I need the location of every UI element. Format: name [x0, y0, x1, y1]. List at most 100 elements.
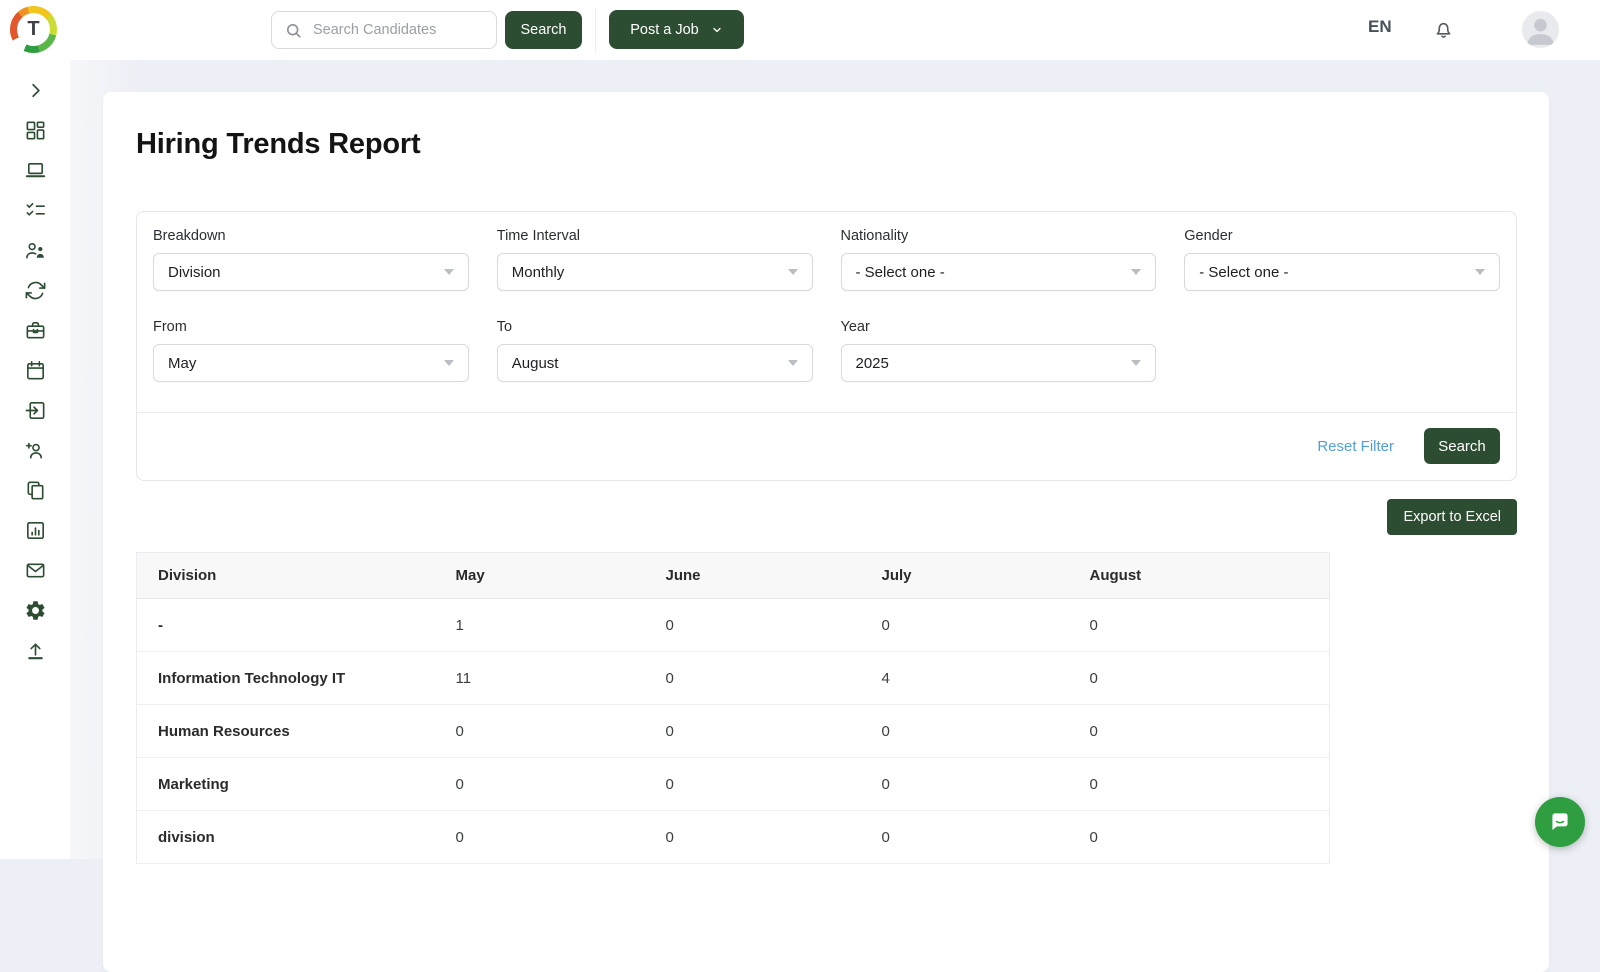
division-cell: Human Resources — [137, 705, 435, 758]
briefcase-icon — [24, 319, 47, 342]
person-icon — [1522, 11, 1559, 48]
icon-sidebar — [0, 60, 70, 859]
value-cell: 11 — [435, 652, 645, 705]
chat-bubble-icon — [1547, 809, 1573, 835]
main-area: Hiring Trends Report Breakdown Division … — [70, 60, 1600, 859]
filters-panel: Breakdown Division Time Interval Monthly… — [136, 211, 1517, 481]
notifications-bell-icon[interactable] — [1432, 18, 1455, 41]
gender-label: Gender — [1184, 228, 1500, 244]
value-cell: 0 — [1069, 811, 1330, 864]
nationality-field: Nationality - Select one - — [841, 228, 1157, 291]
export-to-excel-button[interactable]: Export to Excel — [1387, 499, 1517, 535]
dashboard-icon — [24, 119, 47, 142]
sidebar-item-laptop[interactable] — [15, 150, 55, 190]
report-table: DivisionMayJuneJulyAugust -1000Informati… — [136, 552, 1330, 864]
sidebar-item-login[interactable] — [15, 390, 55, 430]
sidebar-item-settings[interactable] — [15, 590, 55, 630]
time-interval-select[interactable]: Monthly — [497, 253, 813, 291]
reset-filter-link[interactable]: Reset Filter — [1317, 438, 1394, 455]
nationality-select[interactable]: - Select one - — [841, 253, 1157, 291]
caret-down-icon — [1131, 269, 1141, 275]
breakdown-select[interactable]: Division — [153, 253, 469, 291]
breakdown-label: Breakdown — [153, 228, 469, 244]
caret-down-icon — [788, 269, 798, 275]
chat-widget-button[interactable] — [1535, 797, 1585, 847]
to-field: To August — [497, 319, 813, 382]
sidebar-item-user-plus[interactable] — [15, 430, 55, 470]
year-field: Year 2025 — [841, 319, 1157, 382]
year-value: 2025 — [856, 355, 889, 372]
table-row: Information Technology IT11040 — [137, 652, 1330, 705]
value-cell: 0 — [861, 758, 1069, 811]
value-cell: 0 — [861, 705, 1069, 758]
sidebar-item-chevron-right[interactable] — [15, 70, 55, 110]
sidebar-item-users[interactable] — [15, 230, 55, 270]
sidebar-item-sync[interactable] — [15, 270, 55, 310]
copy-icon — [24, 479, 47, 502]
value-cell: 0 — [1069, 758, 1330, 811]
column-header: July — [861, 553, 1069, 599]
sidebar-item-upload[interactable] — [15, 630, 55, 670]
gender-value: - Select one - — [1199, 264, 1288, 281]
caret-down-icon — [1131, 360, 1141, 366]
column-header: Division — [137, 553, 435, 599]
table-header-row: DivisionMayJuneJulyAugust — [137, 553, 1330, 599]
post-a-job-label: Post a Job — [630, 22, 699, 38]
to-label: To — [497, 319, 813, 335]
chevron-right-icon — [24, 79, 47, 102]
nationality-label: Nationality — [841, 228, 1157, 244]
value-cell: 0 — [645, 652, 861, 705]
caret-down-icon — [444, 269, 454, 275]
from-select[interactable]: May — [153, 344, 469, 382]
gender-field: Gender - Select one - — [1184, 228, 1500, 291]
breakdown-value: Division — [168, 264, 221, 281]
value-cell: 0 — [435, 758, 645, 811]
year-select[interactable]: 2025 — [841, 344, 1157, 382]
calendar-icon — [24, 359, 47, 382]
breakdown-field: Breakdown Division — [153, 228, 469, 291]
division-cell: - — [137, 599, 435, 652]
gender-select[interactable]: - Select one - — [1184, 253, 1500, 291]
chevron-down-icon — [711, 24, 723, 36]
content-card: Hiring Trends Report Breakdown Division … — [103, 92, 1549, 972]
to-select[interactable]: August — [497, 344, 813, 382]
search-icon — [284, 21, 303, 40]
sidebar-item-copy[interactable] — [15, 470, 55, 510]
value-cell: 0 — [645, 811, 861, 864]
mail-icon — [24, 559, 47, 582]
column-header: May — [435, 553, 645, 599]
language-selector[interactable]: EN — [1368, 17, 1392, 37]
sidebar-item-checklist[interactable] — [15, 190, 55, 230]
sidebar-item-mail[interactable] — [15, 550, 55, 590]
column-header: June — [645, 553, 861, 599]
value-cell: 0 — [1069, 652, 1330, 705]
sidebar-item-bar-chart[interactable] — [15, 510, 55, 550]
logo-letter: T — [10, 6, 57, 53]
upload-icon — [24, 639, 47, 662]
post-a-job-button[interactable]: Post a Job — [609, 10, 744, 49]
value-cell: 0 — [1069, 599, 1330, 652]
table-row: -1000 — [137, 599, 1330, 652]
search-button[interactable]: Search — [505, 11, 582, 49]
table-row: Human Resources0000 — [137, 705, 1330, 758]
bar-chart-icon — [24, 519, 47, 542]
sidebar-item-dashboard[interactable] — [15, 110, 55, 150]
table-row: division0000 — [137, 811, 1330, 864]
year-label: Year — [841, 319, 1157, 335]
time-interval-value: Monthly — [512, 264, 565, 281]
header-divider — [595, 8, 596, 52]
search-input[interactable] — [303, 12, 496, 48]
user-avatar[interactable] — [1522, 11, 1559, 48]
login-icon — [24, 399, 47, 422]
value-cell: 0 — [435, 811, 645, 864]
time-interval-field: Time Interval Monthly — [497, 228, 813, 291]
sidebar-item-calendar[interactable] — [15, 350, 55, 390]
app-logo[interactable]: T — [10, 6, 57, 53]
filter-search-button[interactable]: Search — [1424, 428, 1500, 464]
value-cell: 0 — [435, 705, 645, 758]
candidate-search-box — [271, 11, 497, 49]
sidebar-item-briefcase[interactable] — [15, 310, 55, 350]
from-field: From May — [153, 319, 469, 382]
nationality-value: - Select one - — [856, 264, 945, 281]
value-cell: 4 — [861, 652, 1069, 705]
